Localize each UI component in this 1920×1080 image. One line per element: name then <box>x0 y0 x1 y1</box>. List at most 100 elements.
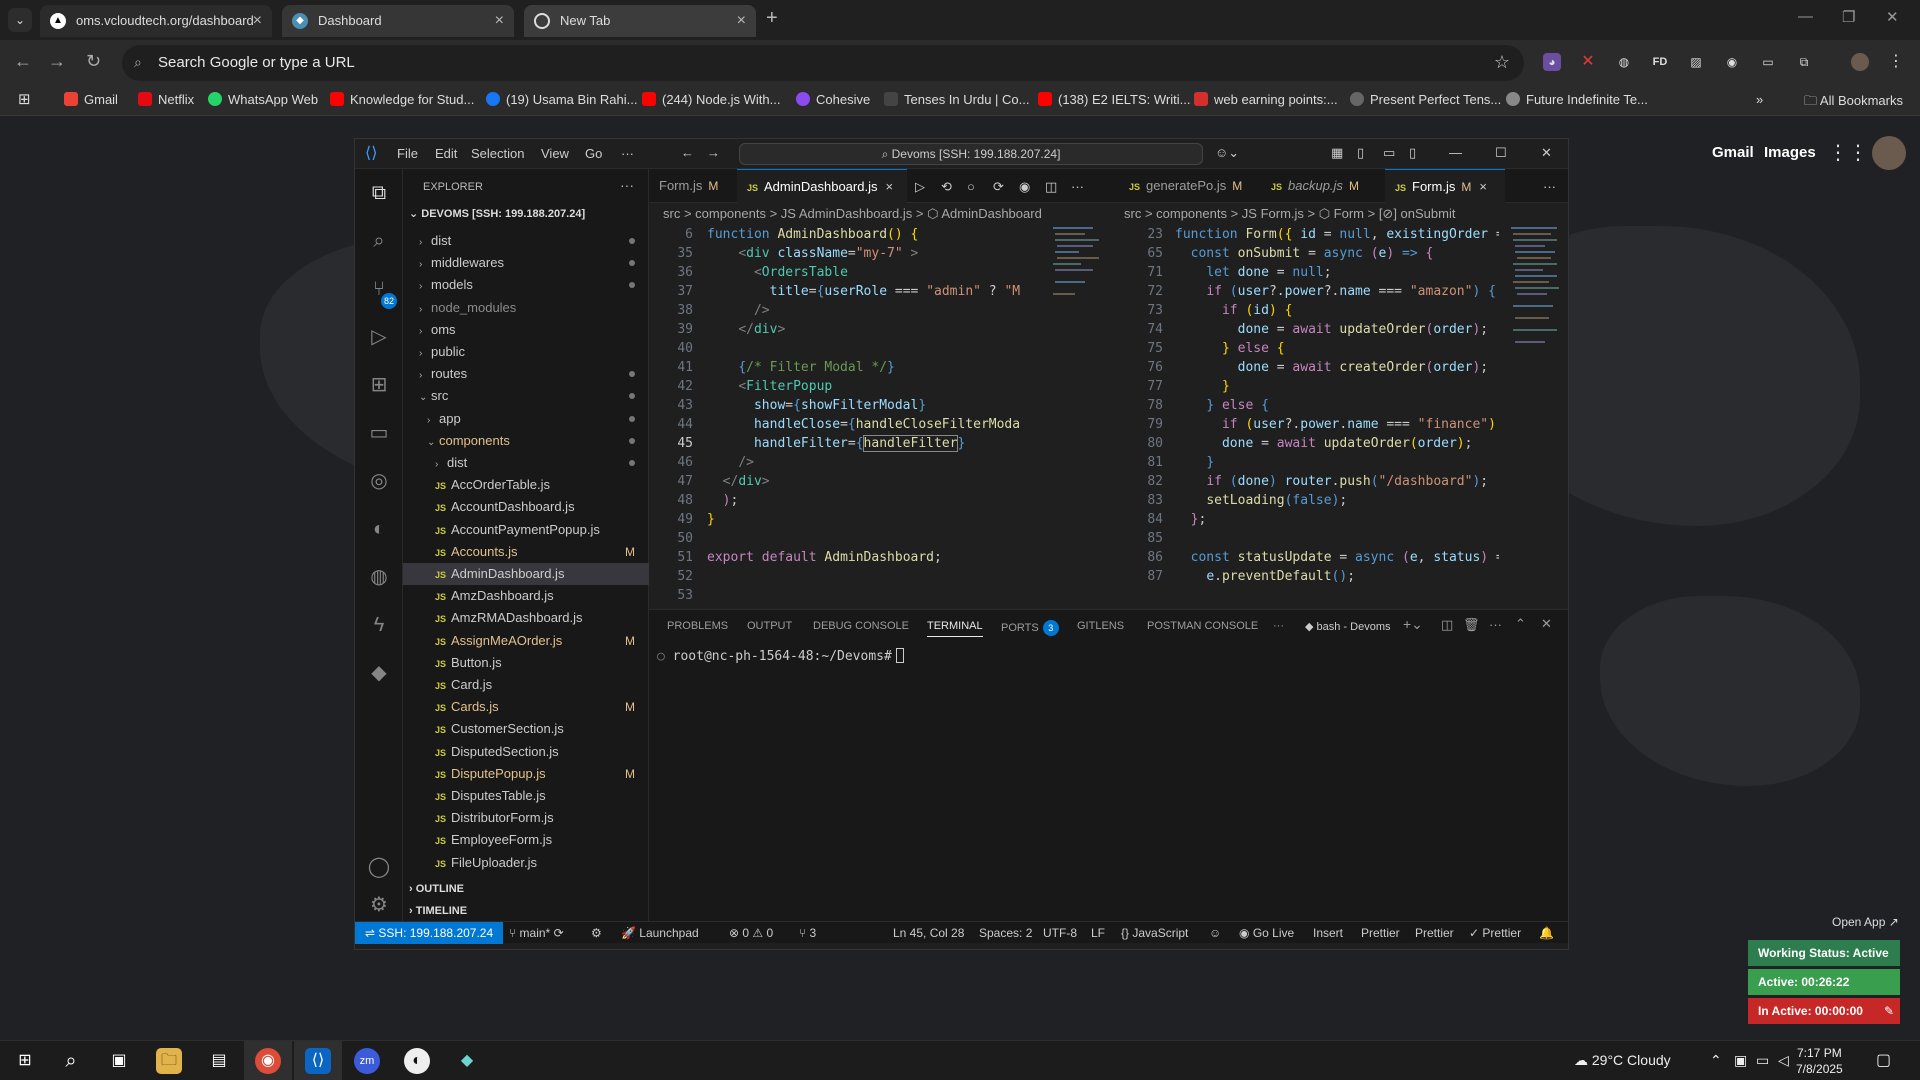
extension-gallery-icon[interactable]: ▨ <box>1687 53 1705 71</box>
tree-item[interactable]: JS EmployeeForm.js <box>403 829 649 851</box>
debug-icon[interactable]: ◉ <box>1019 179 1030 195</box>
split-editor-icon[interactable]: ◫ <box>1045 179 1057 195</box>
trash-icon[interactable]: 🗑 <box>1463 617 1480 633</box>
timeline-section[interactable]: › TIMELINE <box>409 905 467 917</box>
task-view-icon[interactable]: ▣ <box>106 1048 132 1074</box>
menu-go[interactable]: Go <box>585 146 602 161</box>
extension-globe-icon[interactable]: ◍ <box>1615 53 1633 71</box>
tree-item[interactable]: › routes <box>403 363 649 385</box>
tree-item[interactable]: JS FileUploader.js <box>403 852 649 874</box>
new-tab-button[interactable]: + <box>766 7 778 30</box>
terminal-selector[interactable]: ◆ bash - Devoms <box>1305 620 1391 633</box>
restore-icon[interactable]: ❐ <box>1842 8 1855 26</box>
tray-chevron-icon[interactable]: ⌃ <box>1710 1052 1722 1069</box>
gitlens-icon[interactable]: ◍ <box>365 563 393 591</box>
workspace-root[interactable]: ⌄ DEVOMS [SSH: 199.188.207.24] <box>409 207 585 220</box>
tab-generatepo[interactable]: JS generatePo.js M <box>1119 169 1259 203</box>
go-live[interactable]: ◉ Go Live <box>1239 922 1294 944</box>
end-of-line[interactable]: LF <box>1091 922 1105 944</box>
extension-circle-icon[interactable]: ◉ <box>1723 53 1741 71</box>
close-panel-icon[interactable]: ✕ <box>1541 616 1552 632</box>
back-icon[interactable]: ← <box>14 51 32 72</box>
code-editor-left[interactable]: 6 35 36 37 38 39 40 41 42 43 44 45 46 47 48 49 50 51 52 53 … <box>649 225 1039 605</box>
panel-tab-gitlens[interactable]: GITLENS <box>1077 620 1124 632</box>
tree-item[interactable]: › dist <box>403 452 649 474</box>
python-icon[interactable]: ◆ <box>365 659 393 687</box>
tray-app-icon[interactable]: ▣ <box>1734 1052 1747 1069</box>
nav-forward-icon[interactable]: → <box>707 145 720 160</box>
timeline-forward-icon[interactable]: ⟳ <box>993 179 1004 195</box>
close-tab-icon[interactable]: × <box>737 5 746 37</box>
vscode-close-icon[interactable]: ✕ <box>1541 145 1552 161</box>
menu-file[interactable]: File <box>397 146 418 161</box>
new-terminal-icon[interactable]: +⌄ <box>1403 616 1423 633</box>
remote-indicator[interactable]: ⇌ SSH: 199.188.207.24 <box>355 922 504 944</box>
dashboard-app-taskbar-icon[interactable]: ◆ <box>454 1048 480 1074</box>
prettier-status-2[interactable]: Prettier <box>1415 922 1454 944</box>
vscode-taskbar-icon[interactable]: ⟨⟩ <box>305 1048 331 1074</box>
panel-tab-debug-console[interactable]: DEBUG CONSOLE <box>813 620 909 632</box>
tree-item[interactable]: › models <box>403 274 649 296</box>
extension-x-icon[interactable]: ✕ <box>1579 53 1597 71</box>
copilot-icon[interactable]: ☺⌄ <box>1215 145 1239 161</box>
gmail-link[interactable]: Gmail <box>1712 144 1754 161</box>
command-center[interactable]: ⌕ Devoms [SSH: 199.188.207.24] <box>739 143 1203 165</box>
close-window-icon[interactable]: ✕ <box>1886 8 1899 26</box>
network-icon[interactable]: ▭ <box>1756 1052 1769 1069</box>
bookmark-present-perfect[interactable]: Present Perfect Tens... <box>1350 92 1501 107</box>
bookmark-tenses[interactable]: Tenses In Urdu | Co... <box>884 92 1030 107</box>
images-link[interactable]: Images <box>1764 144 1816 161</box>
bookmark-gmail[interactable]: Gmail <box>64 92 118 107</box>
maximize-panel-icon[interactable]: ⌃ <box>1515 616 1526 632</box>
tab-admindashboard[interactable]: JS AdminDashboard.js × <box>737 169 907 203</box>
apps-grid-icon[interactable]: ⊞ <box>18 90 31 108</box>
browser-tab-newtab[interactable]: New Tab × <box>524 5 756 37</box>
tree-item[interactable]: › public <box>403 341 649 363</box>
tree-item[interactable]: JS Cards.js M <box>403 696 649 718</box>
prettier-status-1[interactable]: Prettier <box>1361 922 1400 944</box>
tree-item[interactable]: JS CustomerSection.js <box>403 718 649 740</box>
close-tab-icon[interactable]: × <box>885 179 893 194</box>
zoom-taskbar-icon[interactable]: zm <box>354 1048 380 1074</box>
git-branch[interactable]: ⑂ main* ⟳ <box>509 922 564 944</box>
vscode-maximize-icon[interactable]: ☐ <box>1495 145 1507 161</box>
tab-search-button[interactable]: ⌄ <box>8 8 32 32</box>
encoding[interactable]: UTF-8 <box>1043 922 1077 944</box>
tree-item[interactable]: JS AdminDashboard.js <box>403 563 649 585</box>
nav-back-icon[interactable]: ← <box>681 145 694 160</box>
tree-item[interactable]: › node_modules <box>403 297 649 319</box>
bookmark-knowledge[interactable]: Knowledge for Stud... <box>330 92 474 107</box>
git-graph-icon[interactable]: ◎ <box>365 467 393 495</box>
extension-icon[interactable]: ◕ <box>1543 53 1561 71</box>
bookmark-future-indefinite[interactable]: Future Indefinite Te... <box>1506 92 1648 107</box>
tree-item[interactable]: JS DisputedSection.js <box>403 741 649 763</box>
bookmark-ielts[interactable]: (138) E2 IELTS: Writi... <box>1038 92 1190 107</box>
tree-item[interactable]: JS AmzDashboard.js <box>403 585 649 607</box>
panel-tab-terminal[interactable]: TERMINAL <box>927 620 983 637</box>
toggle-panel-icon[interactable]: ▭ <box>1383 145 1395 161</box>
bookmark-nodejs[interactable]: (244) Node.js With... <box>642 92 781 107</box>
edit-pencil-icon[interactable]: ✎ <box>1884 998 1894 1024</box>
panel-more-icon[interactable]: ··· <box>1273 620 1284 632</box>
panel-tab-ports[interactable]: PORTS 3 <box>1001 620 1059 636</box>
minimap-left[interactable] <box>1047 225 1107 605</box>
language-mode[interactable]: {} JavaScript <box>1121 922 1188 944</box>
tree-item[interactable]: › oms <box>403 319 649 341</box>
close-tab-icon[interactable]: × <box>253 5 262 37</box>
open-app-link[interactable]: Open App ↗ <box>1832 915 1899 929</box>
tree-item[interactable]: JS AccOrderTable.js <box>403 474 649 496</box>
notification-center-icon[interactable]: ▢ <box>1876 1050 1891 1070</box>
google-apps-icon[interactable]: ⋮⋮⋮ <box>1828 143 1888 164</box>
tree-item[interactable]: JS DisputePopup.js M <box>403 763 649 785</box>
split-terminal-icon[interactable]: ◫ <box>1441 617 1453 633</box>
profile-avatar[interactable] <box>1851 53 1869 71</box>
tree-item[interactable]: › app <box>403 408 649 430</box>
toggle-secondary-sidebar-icon[interactable]: ▯ <box>1409 145 1416 161</box>
postman-icon[interactable]: ◐ <box>365 515 393 543</box>
reload-icon[interactable]: ↻ <box>86 51 101 72</box>
breadcrumb-right[interactable]: src > components > JS Form.js > ⬡ Form >… <box>1124 203 1455 225</box>
breadcrumb-left[interactable]: src > components > JS AdminDashboard.js … <box>663 203 1042 225</box>
tree-item[interactable]: JS DistributorForm.js <box>403 807 649 829</box>
ports-status[interactable]: ⑂ 3 <box>799 922 816 944</box>
terminal-output[interactable]: ○ root@nc-ph-1564-48:~/Devoms# <box>657 648 904 664</box>
